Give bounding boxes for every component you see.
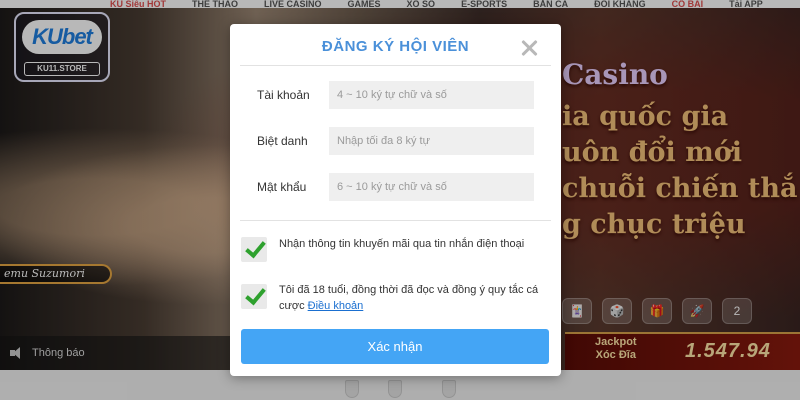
- promo-sms-checkbox[interactable]: [241, 237, 267, 262]
- nickname-input[interactable]: [329, 127, 534, 155]
- password-input[interactable]: [329, 173, 534, 201]
- username-label: Tài khoản: [257, 88, 310, 102]
- confirm-button[interactable]: Xác nhận: [241, 329, 549, 364]
- password-label: Mật khẩu: [257, 180, 307, 194]
- age-terms-text: Tôi đã 18 tuổi, đồng thời đã đọc và đồng…: [279, 282, 541, 314]
- username-input[interactable]: [329, 81, 534, 109]
- terms-link[interactable]: Điều khoản: [308, 300, 364, 312]
- close-icon[interactable]: [520, 39, 538, 57]
- register-modal: ĐĂNG KÝ HỘI VIÊN Tài khoản Biệt danh Mật…: [230, 24, 561, 376]
- promo-sms-text: Nhận thông tin khuyến mãi qua tin nhắn đ…: [279, 238, 525, 250]
- modal-title: ĐĂNG KÝ HỘI VIÊN: [321, 38, 470, 55]
- divider: [240, 65, 551, 66]
- age-terms-checkbox[interactable]: [241, 284, 267, 309]
- divider: [240, 220, 551, 221]
- nickname-label: Biệt danh: [257, 134, 308, 148]
